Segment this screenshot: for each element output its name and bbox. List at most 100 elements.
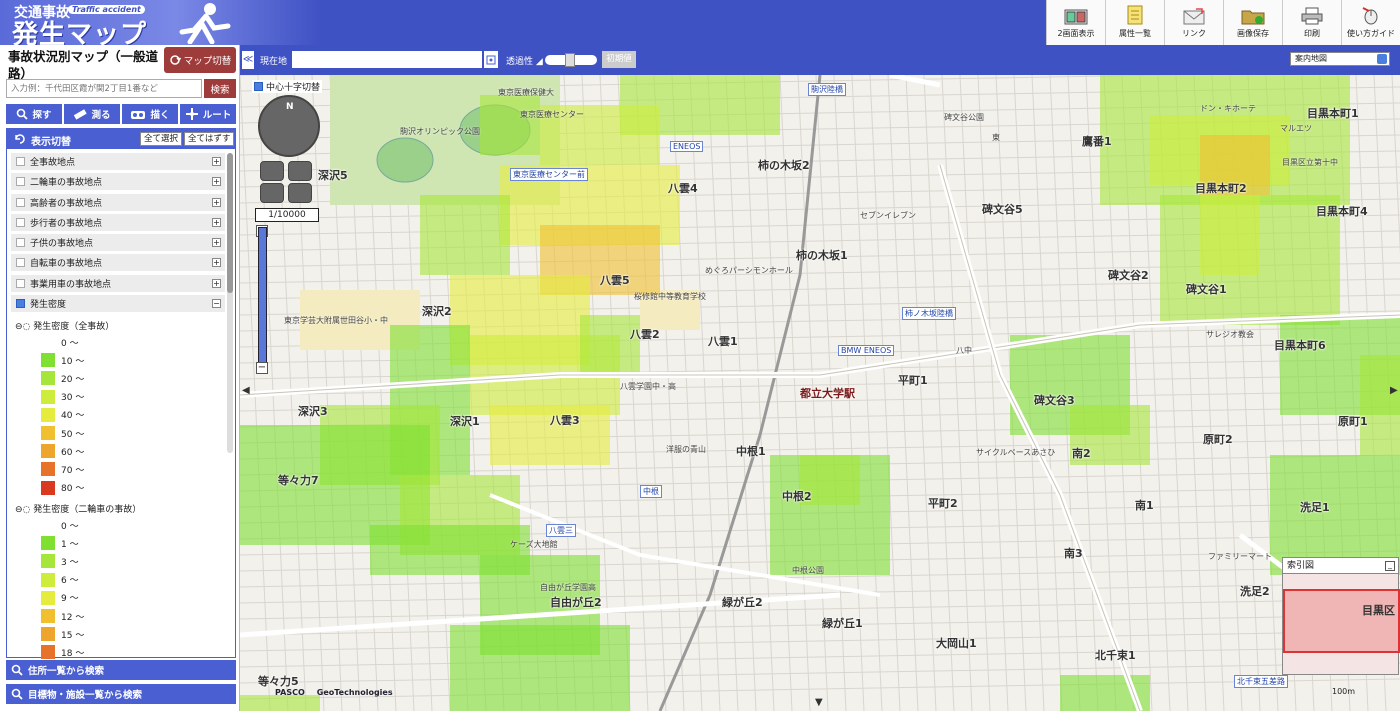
tool-search-button[interactable]: 探す [6,104,62,124]
zoom-minus-button[interactable]: − [256,362,268,374]
layer-checkbox[interactable] [16,278,25,288]
legend-swatch [41,426,55,440]
layer-checkbox[interactable] [16,299,25,309]
overview-map[interactable]: 索引図 _ 目黒区 [1282,557,1400,675]
select-all-button[interactable]: 全て選択 [140,132,183,146]
legend-label: 12 〜 [61,612,85,623]
tool-draw-label: 描く [150,110,170,121]
legend-label: 50 〜 [61,429,85,440]
legend-item: 9 〜 [41,590,79,605]
slider-handle[interactable] [565,53,575,67]
collapse-icon[interactable]: − [212,299,221,309]
layer-item[interactable]: 全事故地点 + [11,153,225,170]
address-search-button[interactable]: 検索 [204,79,236,98]
initial-value-button[interactable]: 初期値 [602,51,636,68]
center-crosshair-toggle[interactable]: 中心十字切替 [252,80,323,93]
poi-label: サイクルベースあさひ [976,448,1056,457]
layer-checkbox[interactable] [16,258,25,268]
overview-header: 索引図 _ [1283,558,1398,574]
expand-icon[interactable]: + [212,278,221,288]
legend-item: 18 〜 [41,645,84,660]
minimize-overview-button[interactable]: _ [1385,561,1395,571]
crosshair-checkbox[interactable] [254,82,263,91]
layer-checkbox[interactable] [16,197,25,207]
density-cell [580,315,640,375]
pan-down-arrow-icon[interactable]: ▼ [815,697,823,711]
attribute-list-button[interactable]: 属性一覧 [1105,0,1164,45]
layer-scrollbar[interactable] [227,153,233,453]
layer-label: 発生密度 [30,300,67,311]
zoom-area-icon[interactable] [288,183,312,203]
expand-icon[interactable]: + [212,238,221,248]
expand-icon[interactable]: + [212,177,221,187]
pan-left-arrow-icon[interactable]: ◀ [242,385,250,401]
address-list-search-link[interactable]: 住所一覧から検索 [6,660,236,680]
layer-item[interactable]: 二輪車の事故地点 + [11,173,225,191]
legend-swatch [41,335,55,349]
legend-swatch [41,518,55,532]
street-line [905,75,937,711]
runner-icon [179,3,231,44]
transparency-slider[interactable] [545,53,597,67]
map-type-select[interactable]: 案内地図 [1290,52,1390,66]
pan-control[interactable]: N [258,95,320,157]
layer-item[interactable]: 事業用車の事故地点 + [11,274,225,292]
layer-item[interactable]: 自転車の事故地点 + [11,254,225,272]
layer-item[interactable]: 子供の事故地点 + [11,234,225,252]
zoom-in-icon[interactable] [260,161,284,181]
area-label: 等々力7 [278,474,319,487]
area-label: 碑文谷3 [1034,394,1075,407]
layer-checkbox[interactable] [16,217,25,227]
scrollbar-thumb[interactable] [227,153,233,293]
deselect-all-button[interactable]: 全てはずす [184,132,235,146]
zoom-out-icon[interactable] [288,161,312,181]
overview-extent[interactable] [1283,589,1400,653]
tool-measure-button[interactable]: 測る [64,104,120,124]
layer-item[interactable]: 発生密度 − [11,295,225,313]
ruler-icon [74,109,88,120]
expand-icon[interactable]: + [212,197,221,207]
area-label: 碑文谷2 [1108,269,1149,282]
tool-route-button[interactable]: ルート [180,104,236,124]
locate-icon[interactable] [484,51,498,68]
app-window: 交通事故 Traffic accident 発生マップ 2画面表示 属性一覧 リ… [0,0,1400,711]
layer-checkbox[interactable] [16,177,25,187]
area-label: 八雲2 [630,328,660,341]
area-label: 深沢1 [450,415,480,428]
reset-rotation-icon[interactable] [260,183,284,203]
collapse-panel-button[interactable]: ≪ [242,51,254,69]
pan-right-arrow-icon[interactable]: ▶ [1390,385,1398,401]
road-label: 八雲三 [546,524,576,537]
link-button[interactable]: リンク [1164,0,1223,45]
landmark-list-search-link[interactable]: 目標物・施設一覧から検索 [6,684,236,704]
overview-body[interactable]: 目黒区 [1283,574,1400,674]
layer-checkbox[interactable] [16,238,25,248]
area-label: 目黒本町2 [1195,182,1247,195]
printer-icon [1301,7,1323,25]
tool-draw-button[interactable]: 描く [122,104,178,124]
layer-checkbox[interactable] [16,157,25,166]
street-line [240,678,1400,700]
current-location-input[interactable] [292,51,482,68]
map-canvas[interactable]: 柿の木坂2 柿の木坂1 八雲4 八雲5 八雲2 八雲1 八雲3 深沢2 深沢3 深沢1 深沢5 等々力… [240,75,1400,711]
zoom-slider[interactable] [258,227,267,373]
legend-label: 60 〜 [61,447,85,458]
map-switch-button[interactable]: マップ切替 [164,47,236,73]
dual-screen-button[interactable]: 2画面表示 [1046,0,1105,45]
expand-icon[interactable]: + [212,217,221,227]
street-line [887,75,919,711]
tool-measure-label: 測る [91,110,111,121]
expand-icon[interactable]: + [212,157,221,166]
layer-item[interactable]: 歩行者の事故地点 + [11,213,225,231]
layer-item[interactable]: 高齢者の事故地点 + [11,193,225,211]
address-search-input[interactable] [6,79,202,98]
layer-label: 子供の事故地点 [30,239,94,250]
expand-icon[interactable]: + [212,258,221,268]
tool-search-label: 探す [32,110,52,121]
print-button[interactable]: 印刷 [1282,0,1341,45]
display-toggle-panel: 表示切替 全て選択 全てはずす 全事故地点 + 二輪車の事故地点 + 高齢者の事故地… [6,128,236,660]
logo-tag: Traffic accident [68,5,145,14]
chevron-down-icon [1377,54,1387,64]
save-image-button[interactable]: 画像保存 [1223,0,1282,45]
guide-button[interactable]: 使い方ガイド [1341,0,1400,45]
